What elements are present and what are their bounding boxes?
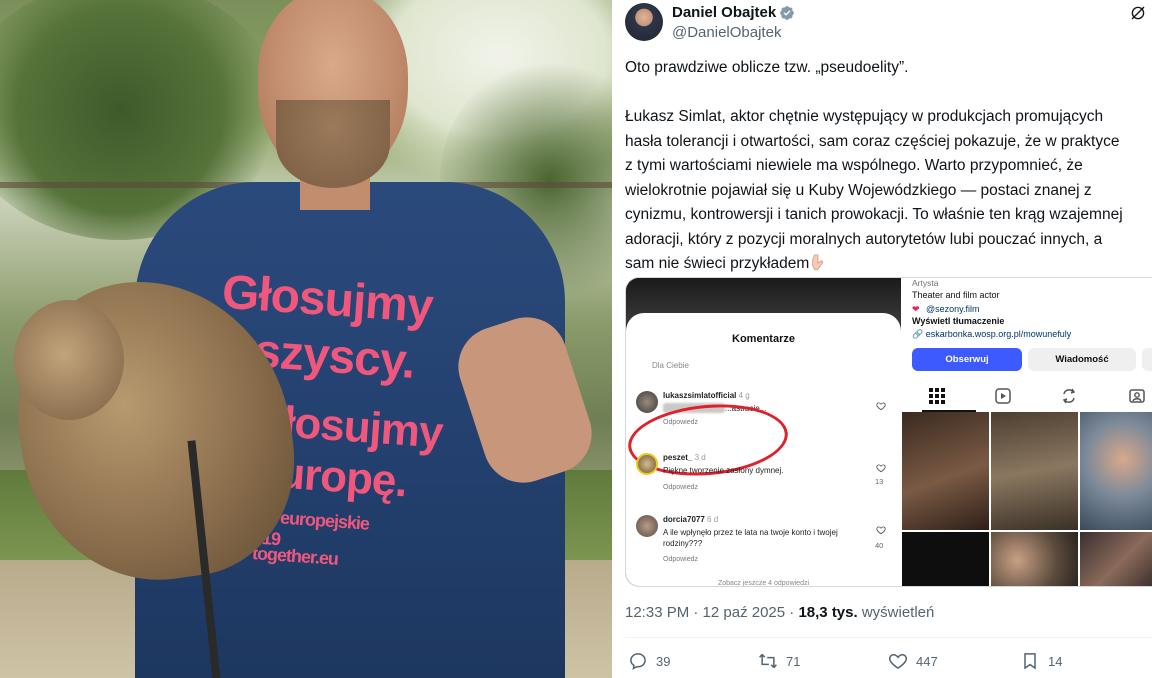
website-text: eskarbonka.wosp.org.pl/mowunefuly	[925, 329, 1072, 339]
comments-filter: Dla Ciebie	[652, 361, 689, 370]
instagram-profile-screenshot: Artysta Theater and film actor ❤ @sezony…	[902, 278, 1152, 586]
verified-badge-icon	[780, 6, 794, 20]
comments-title: Komentarze	[732, 333, 795, 345]
profile-website: 🔗 eskarbonka.wosp.org.pl/mowunefuly	[912, 329, 1072, 339]
dog-head	[14, 300, 124, 420]
grid-photo	[1080, 532, 1152, 586]
tweet-meta: 12:33 PM · 12 paź 2025 · 18,3 tys. wyświ…	[625, 604, 934, 621]
comment-time: 3 d	[694, 453, 706, 462]
red-heart-icon: ❤	[912, 304, 920, 314]
grid-photo	[991, 412, 1078, 530]
heart-icon	[876, 402, 886, 411]
views-count: 18,3 tys.	[798, 604, 858, 621]
grid-photo	[902, 412, 989, 530]
instagram-comments-screenshot: Komentarze Dla Ciebie lukaszsimlatoffici…	[626, 278, 901, 587]
reply-icon	[630, 653, 646, 670]
screenshot-root: Głosujmy wszyscy. Głosujmy Europę. ty eu…	[0, 0, 1152, 678]
heart-icon	[876, 526, 886, 535]
pointing-down-hand-icon	[812, 254, 824, 271]
bookmark-button[interactable]: 14	[1020, 650, 1062, 672]
author-display-name[interactable]: Daniel Obajtek	[672, 4, 776, 21]
grid-photo	[1080, 412, 1152, 530]
profile-tabs	[902, 383, 1152, 412]
tweet-body: Oto prawdziwe oblicze tzw. „pseudoelity”…	[625, 56, 1152, 277]
views-label: wyświetleń	[861, 604, 935, 621]
comment-time: 6 d	[707, 515, 719, 524]
avatar	[636, 453, 658, 475]
follow-button: Obserwuj	[912, 348, 1022, 371]
message-button: Wiadomość	[1028, 348, 1136, 371]
comments-panel: Komentarze Dla Ciebie lukaszsimlatoffici…	[626, 313, 901, 587]
tweet-paragraph: Oto prawdziwe oblicze tzw. „pseudoelity”…	[625, 59, 909, 76]
more-replies: Zobacz jeszcze 4 odpowiedzi	[717, 580, 810, 587]
avatar	[636, 515, 658, 537]
comment-text: A ile wpłynęło przez te lata na twoje ko…	[663, 528, 838, 548]
like-count: 13	[875, 477, 884, 486]
translate-link: Wyświetl tłumaczenie	[912, 316, 1005, 326]
avatar[interactable]	[625, 3, 663, 41]
like-count: 40	[875, 541, 884, 550]
comment-user: peszet_ 3 d	[663, 453, 706, 462]
profile-bio: Theater and film actor	[912, 290, 1000, 300]
grid-photo	[902, 532, 989, 586]
divider	[625, 637, 1152, 638]
avatar	[636, 391, 658, 413]
repost-count: 71	[786, 653, 801, 669]
grid-photo	[991, 532, 1078, 586]
bookmark-icon	[1024, 653, 1036, 670]
grok-icon[interactable]	[1129, 4, 1147, 22]
profile-photo-grid	[902, 412, 1152, 586]
comment-username: peszet_	[663, 453, 693, 462]
profile-link: @sezony.film	[926, 304, 980, 314]
comment-text: Piękne tworzenie zasłony dymnej.	[663, 466, 784, 475]
tweet-card: Daniel Obajtek @DanielObajtek Oto prawdz…	[612, 0, 1152, 678]
like-count: 447	[916, 653, 938, 669]
author-handle[interactable]: @DanielObajtek	[672, 24, 781, 41]
grid-icon	[929, 388, 945, 404]
reply-link: Odpowiedz	[663, 556, 699, 563]
comment-time: 4 g	[738, 391, 750, 400]
timestamp[interactable]: 12:33 PM · 12 paź 2025 ·	[625, 604, 794, 621]
comment-username: dorcia7077	[663, 515, 705, 524]
tagged-icon	[1129, 389, 1145, 403]
comment-user: lukaszsimlatofficial 4 g	[663, 391, 750, 400]
repost-icon	[1062, 388, 1076, 404]
heart-icon	[876, 464, 886, 473]
reply-count: 39	[656, 653, 671, 669]
photo-man-with-dog: Głosujmy wszyscy. Głosujmy Europę. ty eu…	[0, 0, 612, 678]
tweet-paragraph: Łukasz Simlat, aktor chętnie występujący…	[625, 108, 1123, 272]
profile-category: Artysta	[912, 278, 939, 288]
reels-icon	[995, 388, 1011, 404]
beard	[276, 100, 390, 188]
reply-link: Odpowiedz	[663, 484, 699, 491]
comment-username: lukaszsimlatofficial	[663, 391, 737, 400]
attached-image[interactable]: Komentarze Dla Ciebie lukaszsimlatoffici…	[625, 277, 1152, 587]
heart-icon	[889, 653, 907, 669]
comment-user: dorcia7077 6 d	[663, 515, 718, 524]
repost-icon	[759, 653, 777, 669]
reply-button[interactable]: 39	[628, 650, 670, 672]
like-button[interactable]: 447	[888, 650, 938, 672]
bookmark-count: 14	[1048, 653, 1063, 669]
add-person-button: +	[1142, 348, 1152, 371]
repost-button[interactable]: 71	[758, 650, 800, 672]
